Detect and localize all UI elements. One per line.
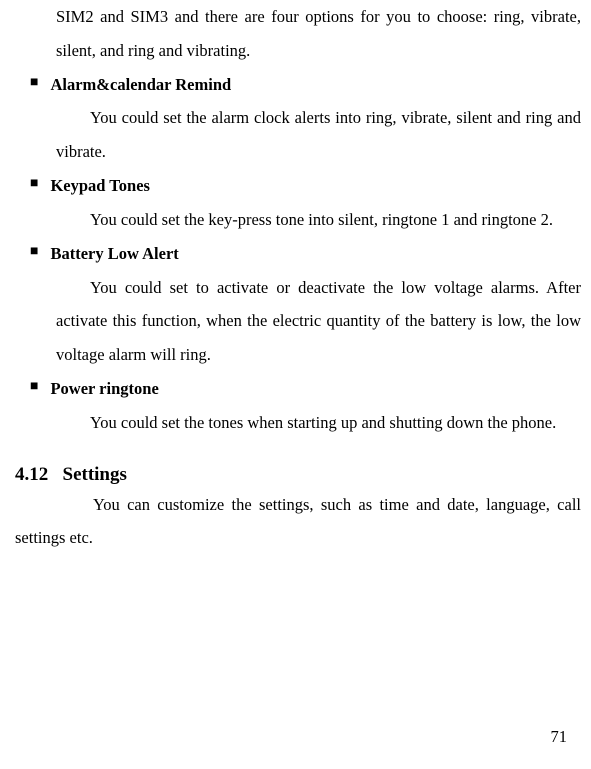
section-heading: 4.12 Settings [15, 464, 581, 486]
item-body: You could set to activate or deactivate … [56, 271, 581, 372]
list-item: ■ Battery Low Alert [30, 237, 581, 271]
page-number: 71 [551, 727, 568, 747]
list-item: ■ Power ringtone [30, 372, 581, 406]
section-number: 4.12 [15, 464, 48, 485]
square-bullet-icon: ■ [30, 237, 38, 268]
item-heading: Power ringtone [50, 372, 158, 406]
square-bullet-icon: ■ [30, 372, 38, 403]
item-heading: Keypad Tones [50, 169, 150, 203]
section-body: You can customize the settings, such as … [15, 488, 581, 556]
item-body: You could set the tones when starting up… [56, 406, 581, 440]
continued-paragraph: SIM2 and SIM3 and there are four options… [56, 0, 581, 68]
section-title: Settings [63, 464, 127, 485]
item-body: You could set the key-press tone into si… [56, 203, 581, 237]
item-body: You could set the alarm clock alerts int… [56, 101, 581, 169]
list-item: ■ Keypad Tones [30, 169, 581, 203]
item-heading: Alarm&calendar Remind [50, 68, 231, 102]
item-heading: Battery Low Alert [50, 237, 178, 271]
square-bullet-icon: ■ [30, 169, 38, 200]
square-bullet-icon: ■ [30, 68, 38, 99]
list-item: ■ Alarm&calendar Remind [30, 68, 581, 102]
